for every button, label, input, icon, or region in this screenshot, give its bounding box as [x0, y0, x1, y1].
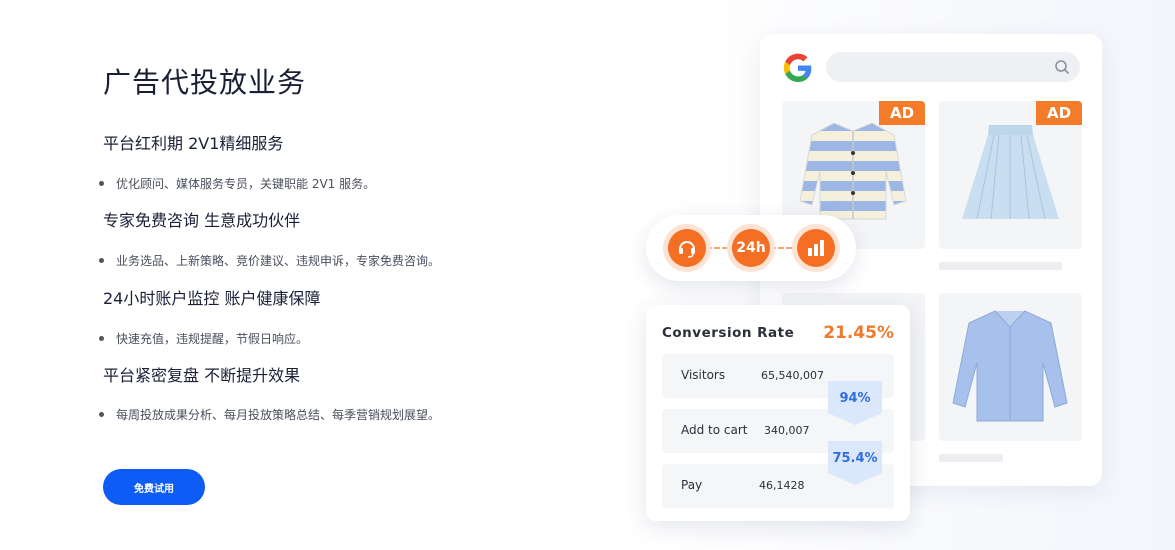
google-logo [783, 53, 812, 82]
page-title: 广告代投放业务 [103, 66, 307, 99]
section-bullet-2: 业务选品、上新策略、竞价建议、违规申诉，专家免费咨询。 [99, 252, 440, 269]
step-rate-badge: 75.4% [828, 441, 882, 485]
dashed-connector [770, 247, 800, 249]
bullet-text: 业务选品、上新策略、竞价建议、违规申诉，专家免费咨询。 [116, 254, 441, 268]
bar-chart-icon [797, 229, 835, 267]
section-bullet-1: 优化顾问、媒体服务专员，关键职能 2V1 服务。 [99, 175, 375, 192]
step-rate-badge: 94% [828, 381, 882, 425]
bullet-text: 优化顾问、媒体服务专员，关键职能 2V1 服务。 [116, 177, 376, 191]
conversion-rate-value: 21.45% [823, 323, 894, 343]
bullet-text: 快速充值，违规提醒，节假日响应。 [116, 332, 309, 346]
shirt-image [952, 310, 1068, 422]
headset-icon [668, 229, 706, 267]
section-bullet-4: 每周投放成果分析、每月投放策略总结、每季营销规划展望。 [99, 406, 440, 423]
section-bullet-3: 快速充值，违规提醒，节假日响应。 [99, 330, 308, 347]
step-rate-text: 94% [839, 391, 871, 406]
bullet-dot [99, 181, 104, 186]
bullet-dot [99, 412, 104, 417]
free-trial-button[interactable]: 免费试用 [103, 469, 205, 505]
placeholder-bar [939, 454, 1003, 462]
section-heading-2: 专家免费咨询 生意成功伙伴 [103, 211, 301, 230]
funnel-label: Add to cart [681, 423, 748, 437]
placeholder-bar [939, 262, 1062, 270]
search-icon [1055, 60, 1069, 74]
ad-badge: AD [879, 101, 925, 125]
service-icons-pill: 24h [646, 215, 856, 281]
clock-24h-icon: 24h [732, 229, 770, 267]
bullet-dot [99, 336, 104, 341]
search-bar[interactable] [826, 52, 1080, 82]
section-heading-3: 24小时账户监控 账户健康保障 [103, 289, 321, 308]
bullet-text: 每周投放成果分析、每月投放策略总结、每季营销规划展望。 [116, 408, 441, 422]
step-rate-text: 75.4% [832, 451, 878, 466]
funnel-label: Visitors [681, 368, 726, 382]
funnel-value: 46,1428 [759, 479, 805, 492]
section-heading-1: 平台红利期 2V1精细服务 [103, 134, 284, 153]
ad-badge: AD [1036, 101, 1082, 125]
conversion-rate-card: Conversion Rate 21.45% Visitors 65,540,0… [646, 305, 910, 521]
section-heading-4: 平台紧密复盘 不断提升效果 [103, 366, 301, 385]
funnel-value: 65,540,007 [761, 369, 824, 382]
conversion-title: Conversion Rate [662, 325, 795, 341]
funnel-label: Pay [681, 478, 703, 492]
product-tile-shirt[interactable] [939, 293, 1082, 441]
product-tile-skirt[interactable]: AD [939, 101, 1082, 249]
funnel-value: 340,007 [764, 424, 810, 437]
bullet-dot [99, 258, 104, 263]
